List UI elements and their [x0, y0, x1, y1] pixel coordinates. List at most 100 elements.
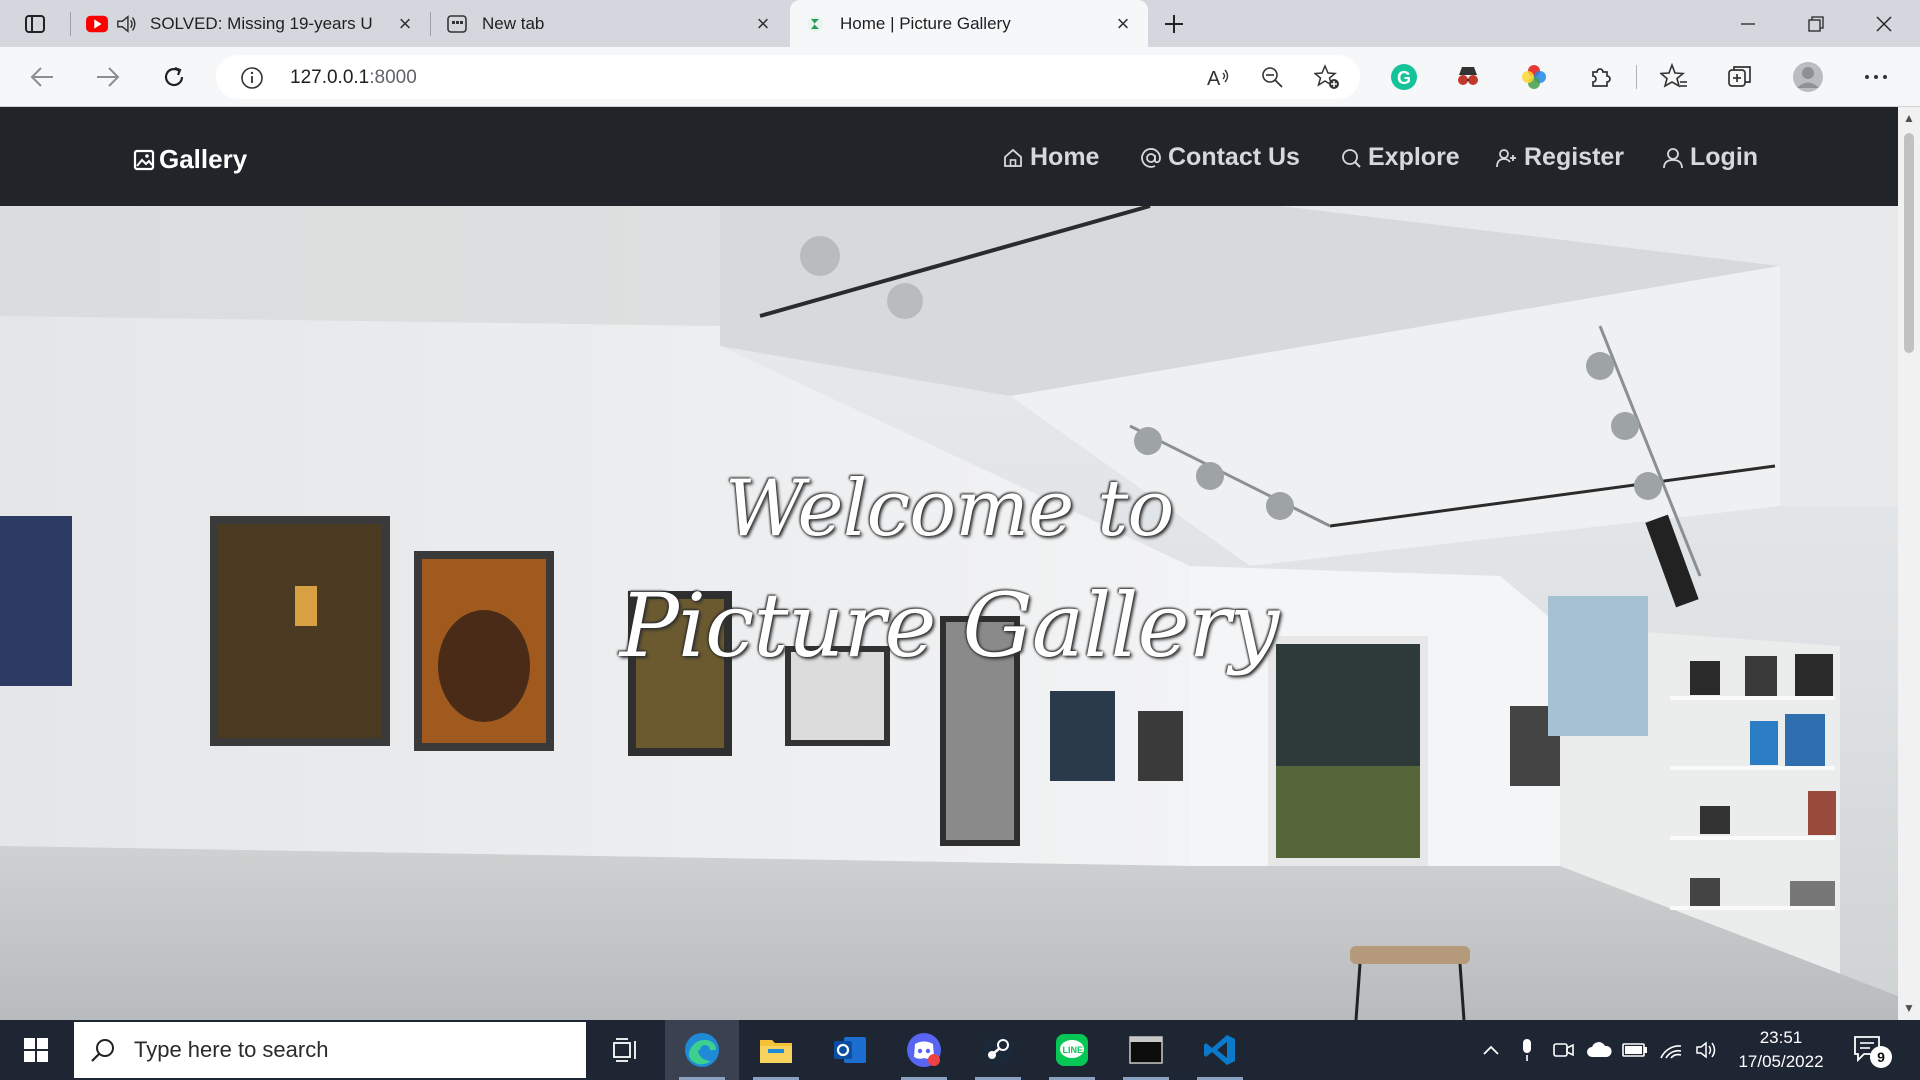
- minimize-button[interactable]: [1714, 0, 1782, 47]
- hero-section: Welcome to Picture Gallery: [0, 206, 1898, 1020]
- line-app-icon: LINE: [1056, 1034, 1088, 1066]
- tab-new-tab[interactable]: New tab ×: [432, 0, 788, 47]
- more-menu-icon[interactable]: [1860, 61, 1892, 93]
- taskbar-vscode[interactable]: [1183, 1020, 1257, 1080]
- volume-icon[interactable]: [1694, 1038, 1720, 1062]
- nav-login-label: Login: [1690, 143, 1759, 171]
- svg-text:G: G: [1397, 68, 1411, 88]
- battery-icon[interactable]: [1622, 1038, 1648, 1062]
- nav-explore-link[interactable]: Explore: [1340, 143, 1460, 172]
- site-info-icon[interactable]: [240, 66, 264, 95]
- web-page: Gallery Home Contact Us Explore Register…: [0, 107, 1898, 1020]
- windows-logo-icon: [24, 1038, 48, 1062]
- scroll-thumb[interactable]: [1904, 133, 1914, 353]
- color-picker-icon[interactable]: [1518, 61, 1550, 93]
- grammarly-icon[interactable]: G: [1388, 61, 1420, 93]
- scroll-up-arrow-icon[interactable]: ▲: [1902, 111, 1916, 125]
- extensions-icon[interactable]: [1584, 61, 1616, 93]
- restore-button[interactable]: [1782, 0, 1850, 47]
- home-icon: [1004, 148, 1022, 167]
- speaker-icon[interactable]: [116, 13, 138, 35]
- toolbar-separator: [1636, 65, 1637, 89]
- nav-contact-label: Contact Us: [1168, 143, 1300, 171]
- discord-icon: [907, 1033, 941, 1067]
- taskbar-edge[interactable]: [665, 1020, 739, 1080]
- task-view-icon: [613, 1038, 636, 1062]
- taskbar-outlook[interactable]: [813, 1020, 887, 1080]
- page-scrollbar[interactable]: ▲ ▼: [1898, 107, 1920, 1020]
- url-port: :8000: [369, 67, 417, 88]
- scroll-down-arrow-icon[interactable]: ▼: [1902, 1001, 1916, 1015]
- taskbar-discord[interactable]: [887, 1020, 961, 1080]
- image-icon: [133, 149, 155, 170]
- back-button[interactable]: [24, 59, 60, 95]
- nav-contact-link[interactable]: Contact Us: [1140, 143, 1300, 172]
- spy-extension-icon[interactable]: [1452, 61, 1484, 93]
- close-tab-icon[interactable]: ×: [752, 11, 774, 36]
- close-tab-icon[interactable]: ×: [394, 11, 416, 36]
- tab-title: SOLVED: Missing 19-years U: [150, 13, 373, 33]
- nav-home-link[interactable]: Home: [1002, 143, 1099, 172]
- add-favorite-icon[interactable]: [1312, 63, 1342, 91]
- terminal-icon: [1129, 1036, 1163, 1064]
- taskbar-line[interactable]: LINE: [1035, 1020, 1109, 1080]
- taskbar-terminal[interactable]: [1109, 1020, 1183, 1080]
- taskbar-clock[interactable]: 23:51 17/05/2022: [1728, 1026, 1834, 1074]
- svg-text:A: A: [1207, 68, 1221, 89]
- url-host: 127.0.0.1: [290, 67, 370, 88]
- steam-icon: [982, 1034, 1014, 1066]
- clock-date: 17/05/2022: [1738, 1052, 1824, 1071]
- tab-youtube[interactable]: SOLVED: Missing 19-years U ×: [72, 0, 430, 47]
- camera-icon[interactable]: [1550, 1038, 1576, 1062]
- nav-home-label: Home: [1030, 143, 1100, 171]
- profile-avatar[interactable]: [1792, 61, 1824, 93]
- taskbar-search-box[interactable]: Type here to search: [74, 1022, 586, 1078]
- clock-time: 23:51: [1759, 1028, 1803, 1047]
- favorites-icon[interactable]: [1658, 61, 1690, 93]
- start-button[interactable]: [0, 1020, 72, 1080]
- tab-picture-gallery[interactable]: Home | Picture Gallery ×: [790, 0, 1148, 47]
- notification-center-button[interactable]: 9: [1852, 1034, 1892, 1068]
- microphone-icon[interactable]: [1514, 1038, 1540, 1062]
- onedrive-cloud-icon[interactable]: [1586, 1038, 1612, 1062]
- edge-browser-icon: [685, 1033, 719, 1067]
- windows-taskbar: Type here to search LINE 23:51 17/05/202…: [0, 1020, 1920, 1080]
- nav-login-link[interactable]: Login: [1662, 143, 1758, 172]
- outlook-icon: [834, 1037, 866, 1063]
- taskbar-steam[interactable]: [961, 1020, 1035, 1080]
- close-window-button[interactable]: [1850, 0, 1918, 47]
- collections-icon[interactable]: [1724, 61, 1756, 93]
- show-hidden-icons-chevron-icon[interactable]: [1478, 1038, 1504, 1062]
- nav-explore-label: Explore: [1368, 143, 1460, 171]
- tab-title: New tab: [482, 13, 545, 33]
- address-bar[interactable]: 127.0.0.1:8000 A: [216, 55, 1360, 99]
- hero-title-line2: Picture Gallery: [619, 574, 1280, 677]
- site-navbar: Gallery Home Contact Us Explore Register…: [0, 107, 1898, 206]
- zoom-out-icon[interactable]: [1257, 63, 1287, 91]
- forward-button[interactable]: [90, 59, 126, 95]
- new-tab-icon: [446, 13, 468, 35]
- new-tab-button[interactable]: [1158, 8, 1190, 40]
- read-aloud-icon[interactable]: A: [1204, 63, 1234, 91]
- user-icon: [1663, 147, 1683, 168]
- brand-link[interactable]: Gallery: [133, 144, 247, 175]
- search-icon: [1342, 148, 1361, 168]
- address-bar-row: 127.0.0.1:8000 A G: [0, 47, 1920, 107]
- refresh-button[interactable]: [156, 59, 192, 95]
- search-icon: [91, 1039, 114, 1062]
- search-placeholder: Type here to search: [134, 1037, 329, 1062]
- close-tab-icon[interactable]: ×: [1112, 11, 1134, 36]
- wifi-icon[interactable]: [1658, 1038, 1684, 1062]
- hero-title-line1: Welcome to: [724, 464, 1175, 554]
- tab-bar: SOLVED: Missing 19-years U × New tab × H…: [0, 0, 1920, 47]
- user-plus-icon: [1496, 148, 1516, 167]
- tab-separator: [430, 12, 431, 36]
- taskbar-file-explorer[interactable]: [739, 1020, 813, 1080]
- tab-separator: [70, 12, 71, 36]
- task-view-button[interactable]: [588, 1020, 662, 1080]
- svg-text:LINE: LINE: [1063, 1045, 1084, 1055]
- url-text: 127.0.0.1:8000: [290, 67, 417, 89]
- nav-register-link[interactable]: Register: [1496, 143, 1624, 172]
- tab-actions-icon[interactable]: [19, 8, 51, 40]
- youtube-icon: [86, 13, 108, 35]
